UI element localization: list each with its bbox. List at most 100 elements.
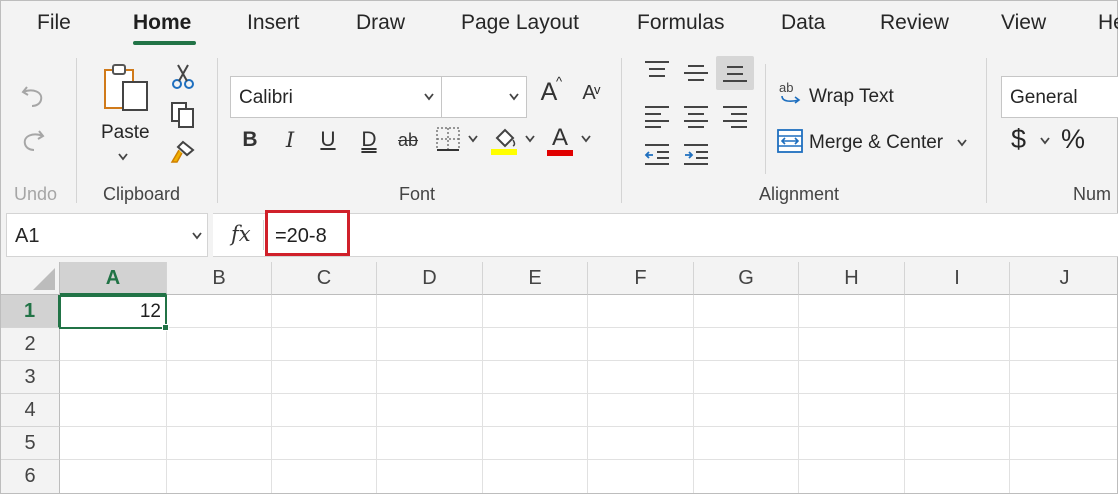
cell-d5[interactable]: [377, 427, 483, 460]
cell-i5[interactable]: [905, 427, 1010, 460]
cell-f1[interactable]: [588, 295, 694, 328]
fill-handle[interactable]: [162, 324, 169, 331]
cell-g5[interactable]: [694, 427, 799, 460]
row-header-3[interactable]: 3: [1, 361, 60, 394]
merge-center-icon[interactable]: [776, 128, 804, 154]
font-name-combo[interactable]: Calibri: [230, 76, 442, 118]
align-left-icon[interactable]: [643, 104, 671, 128]
format-painter-icon[interactable]: [169, 138, 197, 166]
chevron-down-icon[interactable]: [117, 152, 129, 162]
cell-g3[interactable]: [694, 361, 799, 394]
cell-e4[interactable]: [483, 394, 588, 427]
name-box[interactable]: A1: [6, 213, 208, 257]
tab-review[interactable]: Review: [880, 11, 949, 35]
cell-a4[interactable]: [60, 394, 167, 427]
cell-c3[interactable]: [272, 361, 377, 394]
row-header-4[interactable]: 4: [1, 394, 60, 427]
cell-d6[interactable]: [377, 460, 483, 493]
cell-d1[interactable]: [377, 295, 483, 328]
align-center-icon[interactable]: [682, 104, 710, 128]
strikethrough-button[interactable]: ab: [396, 130, 420, 151]
insert-function-icon[interactable]: fx: [231, 222, 251, 246]
cell-a6[interactable]: [60, 460, 167, 493]
cell-h2[interactable]: [799, 328, 905, 361]
chevron-down-icon[interactable]: [580, 134, 592, 144]
cell-c4[interactable]: [272, 394, 377, 427]
select-all-corner[interactable]: [1, 262, 60, 295]
cell-c5[interactable]: [272, 427, 377, 460]
tab-page-layout[interactable]: Page Layout: [461, 11, 579, 35]
column-header-j[interactable]: J: [1010, 262, 1117, 295]
cell-c1[interactable]: [272, 295, 377, 328]
undo-icon[interactable]: [19, 80, 47, 108]
cell-j4[interactable]: [1010, 394, 1117, 427]
cell-f2[interactable]: [588, 328, 694, 361]
cell-h4[interactable]: [799, 394, 905, 427]
cell-j5[interactable]: [1010, 427, 1117, 460]
chevron-down-icon[interactable]: [1039, 136, 1051, 146]
cell-c6[interactable]: [272, 460, 377, 493]
column-header-a[interactable]: A: [60, 262, 167, 295]
tab-data[interactable]: Data: [781, 11, 825, 35]
font-color-button[interactable]: A: [548, 124, 572, 152]
cell-i4[interactable]: [905, 394, 1010, 427]
cell-e1[interactable]: [483, 295, 588, 328]
column-header-d[interactable]: D: [377, 262, 483, 295]
paste-icon[interactable]: [103, 62, 151, 114]
decrease-indent-icon[interactable]: [643, 142, 671, 166]
tab-draw[interactable]: Draw: [356, 11, 405, 35]
cell-b3[interactable]: [167, 361, 272, 394]
column-header-f[interactable]: F: [588, 262, 694, 295]
tab-view[interactable]: View: [1001, 11, 1046, 35]
font-size-combo[interactable]: [441, 76, 527, 118]
column-header-h[interactable]: H: [799, 262, 905, 295]
cell-e3[interactable]: [483, 361, 588, 394]
tab-help[interactable]: He: [1098, 11, 1118, 35]
cell-h5[interactable]: [799, 427, 905, 460]
cell-a3[interactable]: [60, 361, 167, 394]
cell-f6[interactable]: [588, 460, 694, 493]
chevron-down-icon[interactable]: [467, 134, 479, 144]
row-header-5[interactable]: 5: [1, 427, 60, 460]
cell-b6[interactable]: [167, 460, 272, 493]
chevron-down-icon[interactable]: [508, 92, 520, 102]
cell-h3[interactable]: [799, 361, 905, 394]
cell-i1[interactable]: [905, 295, 1010, 328]
underline-button[interactable]: U: [316, 128, 340, 152]
cell-j3[interactable]: [1010, 361, 1117, 394]
cut-icon[interactable]: [169, 62, 197, 90]
italic-button[interactable]: I: [278, 128, 302, 152]
active-cell-a1[interactable]: [59, 295, 167, 329]
cell-i6[interactable]: [905, 460, 1010, 493]
currency-format-button[interactable]: $: [1011, 124, 1026, 155]
cell-g6[interactable]: [694, 460, 799, 493]
cell-h1[interactable]: [799, 295, 905, 328]
number-format-combo[interactable]: General: [1001, 76, 1118, 118]
cell-b1[interactable]: [167, 295, 272, 328]
percent-format-button[interactable]: %: [1061, 124, 1085, 155]
column-header-i[interactable]: I: [905, 262, 1010, 295]
cell-g4[interactable]: [694, 394, 799, 427]
redo-icon[interactable]: [19, 126, 47, 154]
borders-icon[interactable]: [435, 126, 461, 152]
cell-g2[interactable]: [694, 328, 799, 361]
tab-formulas[interactable]: Formulas: [637, 11, 725, 35]
column-header-b[interactable]: B: [167, 262, 272, 295]
row-header-6[interactable]: 6: [1, 460, 60, 493]
row-header-1[interactable]: 1: [1, 295, 60, 328]
cell-d2[interactable]: [377, 328, 483, 361]
row-header-2[interactable]: 2: [1, 328, 60, 361]
cell-b2[interactable]: [167, 328, 272, 361]
cell-a5[interactable]: [60, 427, 167, 460]
column-header-e[interactable]: E: [483, 262, 588, 295]
cell-f5[interactable]: [588, 427, 694, 460]
cell-i3[interactable]: [905, 361, 1010, 394]
cell-c2[interactable]: [272, 328, 377, 361]
cell-d3[interactable]: [377, 361, 483, 394]
cell-f4[interactable]: [588, 394, 694, 427]
increase-indent-icon[interactable]: [682, 142, 710, 166]
chevron-down-icon[interactable]: [956, 138, 968, 148]
tab-insert[interactable]: Insert: [247, 11, 300, 35]
cell-e6[interactable]: [483, 460, 588, 493]
copy-icon[interactable]: [169, 100, 197, 130]
